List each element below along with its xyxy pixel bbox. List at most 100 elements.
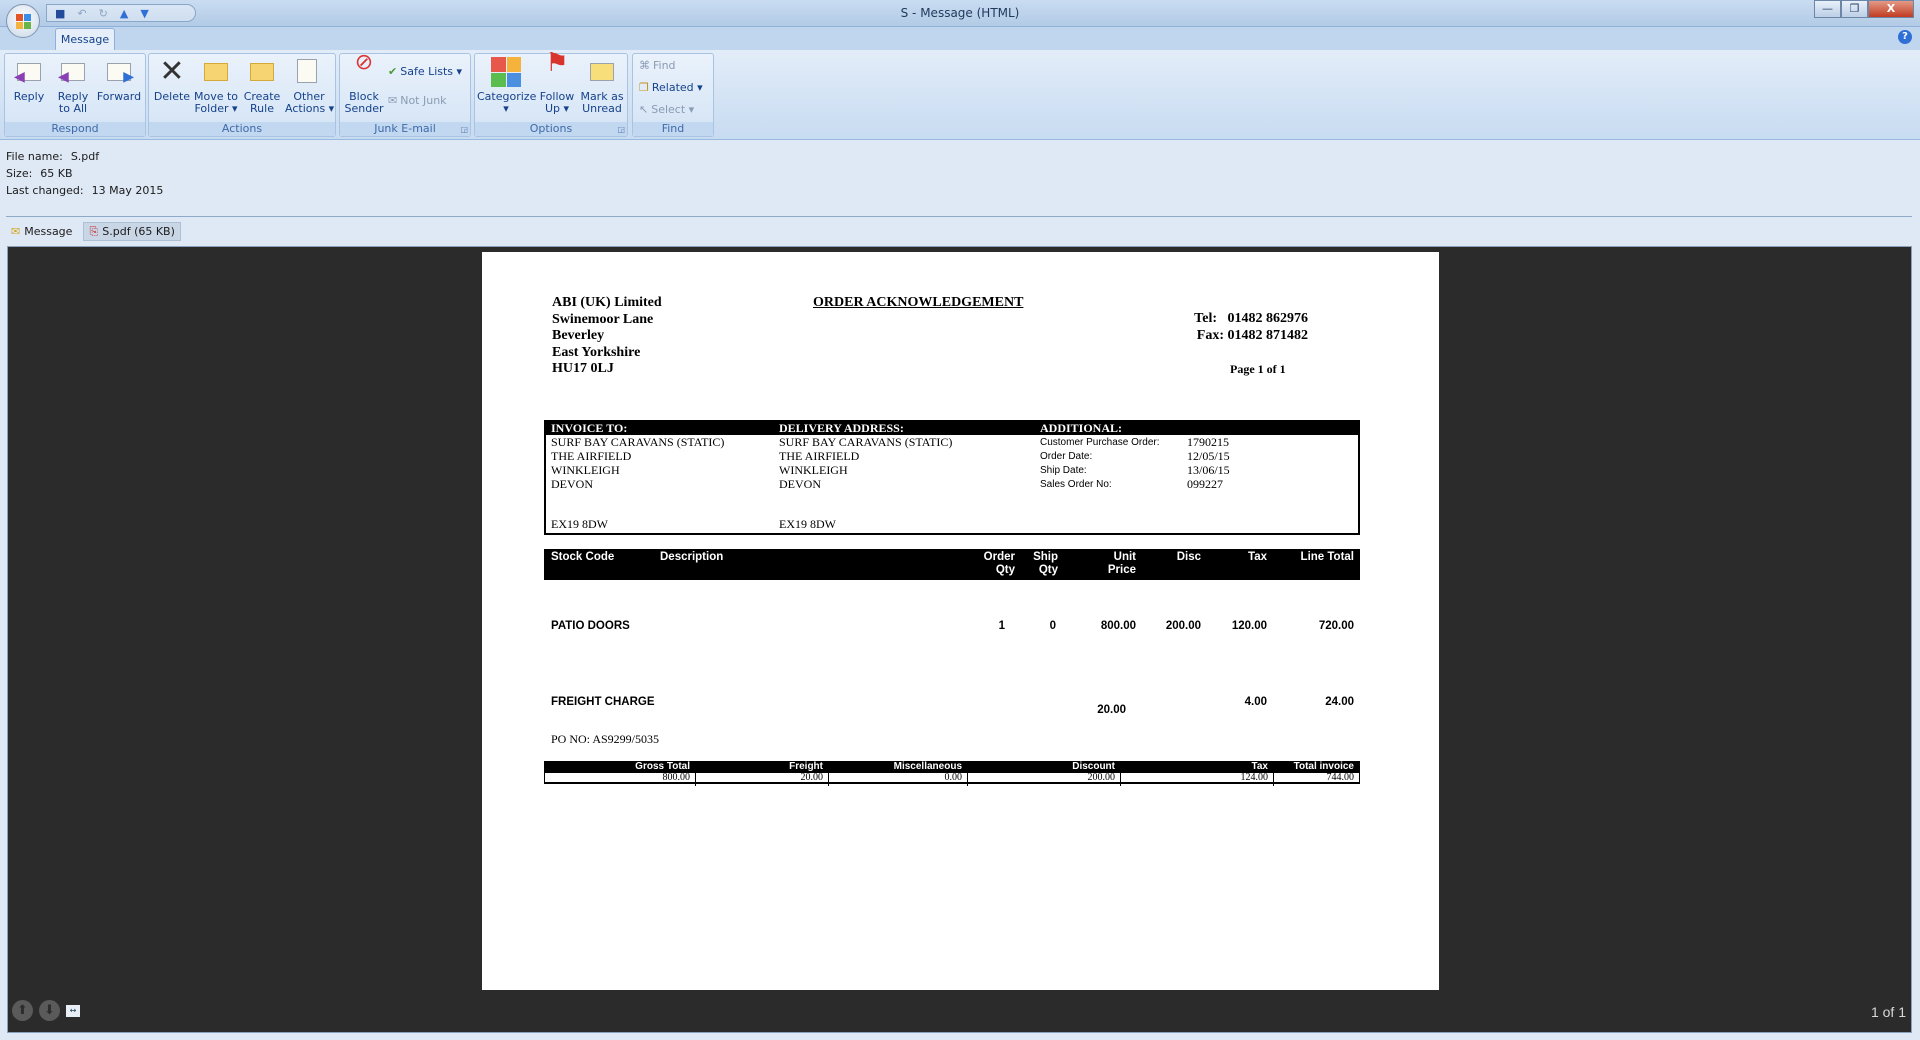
col-description: Description [660,551,724,563]
undo-icon[interactable]: ↶ [77,7,86,20]
group-label: Actions [149,122,335,136]
totals-divider [1273,773,1274,786]
pdf-icon: ⎘ [89,224,99,238]
delete-button[interactable]: ✕ Delete [153,57,191,103]
cursor-icon: ↖ [639,103,649,116]
follow-up-button[interactable]: ⚑ Follow Up ▾ [537,48,577,115]
group-actions: ✕ Delete Move to Folder ▾ Create Rule Oth… [148,53,336,137]
file-size: 65 KB [40,167,73,180]
additional-values: 1790215 12/05/15 13/06/15 099227 [1187,435,1230,491]
pdf-attachment-tab[interactable]: ⎘ S.pdf (65 KB) [83,222,181,241]
reply-button[interactable]: ◀ Reply [9,57,49,103]
not-junk-button[interactable]: ✉ Not Junk [388,94,447,107]
page-count: 1 of 1 [1870,1004,1906,1020]
dialog-launcher-icon[interactable]: ◲ [460,125,468,134]
item-line-total: 720.00 [1318,620,1354,632]
message-attachment-tab[interactable]: ✉ Message [6,222,77,241]
attachment-info: File name: S.pdf Size: 65 KB Last changed:… [6,148,163,199]
item-stock-code: FREIGHT CHARGE [551,696,655,708]
col-disc: Disc [1176,551,1201,563]
next-page-icon[interactable]: ⬇ [39,1000,60,1021]
item-line-total: 24.00 [1325,696,1354,708]
reply-icon: ◀ [14,57,44,87]
related-button[interactable]: ❐ Related ▾ [639,81,703,94]
additional-labels: Customer Purchase Order: Order Date: Ship … [1040,437,1160,490]
minimize-button[interactable]: — [1814,0,1841,18]
redo-icon[interactable]: ↻ [99,7,108,20]
size-label: Size: [6,167,33,180]
fit-width-icon[interactable]: ↔ [66,1004,80,1017]
item-unit-price: 800.00 [1100,620,1136,632]
office-button[interactable] [6,4,40,38]
delivery-postcode: EX19 8DW [779,517,836,531]
flag-icon: ⚑ [545,48,569,78]
totals-value: 20.00 [800,772,824,783]
item-stock-code: PATIO DOORS [551,620,630,632]
envelope-icon: ✉ [11,225,21,238]
create-rule-icon [247,57,277,87]
item-tax: 4.00 [1244,696,1267,708]
totals-value: 0.00 [944,772,963,783]
forward-button[interactable]: ▶ Forward [95,57,143,103]
pdf-page: ABI (UK) Limited Swinemoor Lane Beverley… [482,252,1439,990]
col-tax: Tax [1248,551,1267,563]
item-order-qty: 1 [998,620,1005,632]
mark-as-unread-button[interactable]: Mark as Unread [579,57,625,115]
move-to-folder-button[interactable]: Move to Folder ▾ [193,57,239,115]
window-title: S - Message (HTML) [900,6,1020,20]
help-icon[interactable]: ? [1898,30,1912,44]
quick-access-toolbar: ■ ↶ ↻ ▲ ▼ [46,4,196,22]
close-button[interactable]: X [1868,0,1914,18]
group-junk-email: ⊘ Block Sender ✔ Safe Lists ▾ ✉ Not Junk Ju… [339,52,471,137]
tab-message[interactable]: Message [55,28,115,50]
attachment-bar: ✉ Message ⎘ S.pdf (65 KB) [6,222,181,241]
group-label: Respond [5,122,145,136]
delete-icon: ✕ [159,54,185,89]
categorize-icon [491,57,521,87]
previous-item-icon[interactable]: ▲ [120,7,128,20]
reply-all-icon: ◀ [58,57,88,87]
block-sender-button[interactable]: ⊘ Block Sender [344,52,384,115]
create-rule-button[interactable]: Create Rule [241,57,283,115]
previous-page-icon[interactable]: ⬆ [12,1000,33,1021]
group-label: Options [475,122,627,136]
select-button[interactable]: ↖ Select ▾ [639,103,694,116]
group-respond: ◀ Reply ◀ Reply to All ▶ Forward Respond [4,53,146,137]
additional-heading: ADDITIONAL: [1040,421,1123,435]
safe-lists-button[interactable]: ✔ Safe Lists ▾ [388,65,462,78]
categorize-button[interactable]: Categorize ▾ [477,57,536,115]
col-line-total: Line Total [1300,551,1354,563]
dialog-launcher-icon[interactable]: ◲ [617,125,625,134]
col-ship-qty: Ship Qty [1033,551,1058,576]
col-unit-price: Unit Price [1107,551,1136,576]
reply-all-button[interactable]: ◀ Reply to All [53,57,93,115]
item-ship-qty: 0 [1049,620,1056,632]
restore-button[interactable]: ❐ [1841,0,1868,18]
find-button[interactable]: ⌘ Find [639,59,676,72]
ribbon-tab-row [0,27,1920,50]
next-item-icon[interactable]: ▼ [140,7,148,20]
divider [6,216,1912,217]
not-junk-icon: ✉ [388,94,398,107]
document-icon [294,57,324,87]
totals-value: 744.00 [1326,772,1355,783]
related-icon: ❐ [639,81,649,94]
col-order-qty: Order Qty [983,551,1015,576]
title-bar: S - Message (HTML) [0,0,1920,27]
totals-divider [695,773,696,786]
invoice-to-heading: INVOICE TO: [551,421,628,435]
totals-divider [1120,773,1121,786]
ribbon: ◀ Reply ◀ Reply to All ▶ Forward Respond ✕ D… [0,50,1920,140]
address-header-bar [544,420,1360,435]
window-controls: — ❐ X [1814,0,1914,18]
forward-icon: ▶ [104,57,134,87]
col-stock-code: Stock Code [551,551,615,563]
item-tax: 120.00 [1231,620,1267,632]
save-icon[interactable]: ■ [55,7,65,20]
other-actions-button[interactable]: Other Actions ▾ [285,57,334,115]
group-options: Categorize ▾ ⚑ Follow Up ▾ Mark as Unread… [474,48,628,137]
delivery-heading: DELIVERY ADDRESS: [779,421,904,435]
invoice-address: SURF BAY CARAVANS (STATIC) THE AIRFIELD WI… [551,435,725,491]
page-navigation: ⬆ ⬇ ↔ [12,1000,80,1021]
folder-icon [201,57,231,87]
